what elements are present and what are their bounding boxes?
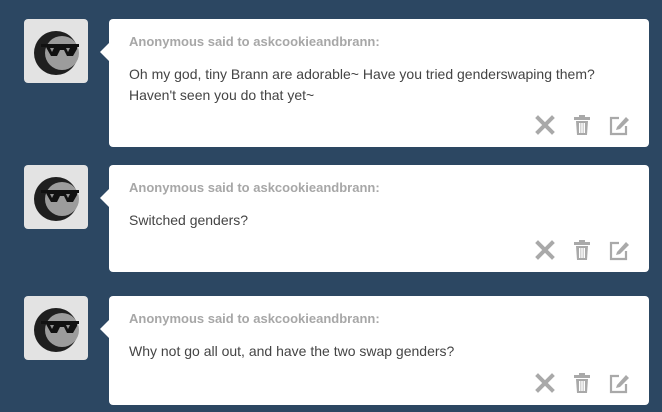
trash-button[interactable]: [571, 372, 593, 394]
anonymous-avatar-icon: [34, 177, 79, 221]
edit-icon: [609, 116, 629, 136]
edit-button[interactable]: [608, 239, 630, 261]
delete-button[interactable]: [534, 372, 556, 394]
anonymous-avatar[interactable]: [24, 296, 88, 360]
question-text: Why not go all out, and have the two swa…: [129, 343, 455, 359]
asker-label: Anonymous said to askcookieandbrann:: [129, 180, 380, 195]
edit-button[interactable]: [608, 372, 630, 394]
question-text: Switched genders?: [129, 212, 249, 228]
x-icon: [535, 240, 555, 260]
trash-button[interactable]: [571, 239, 593, 261]
question-text: Oh my god, tiny Brann are adorable~ Have…: [129, 66, 595, 103]
trash-button[interactable]: [571, 114, 593, 136]
message-card: Anonymous said to askcookieandbrann: Why…: [100, 296, 649, 405]
x-icon: [535, 373, 555, 393]
trash-icon: [574, 115, 590, 135]
asker-label: Anonymous said to askcookieandbrann:: [129, 34, 380, 49]
message-card: Anonymous said to askcookieandbrann: Swi…: [100, 165, 649, 272]
anonymous-avatar[interactable]: [24, 19, 88, 83]
edit-button[interactable]: [608, 114, 630, 136]
asker-label: Anonymous said to askcookieandbrann:: [129, 311, 380, 326]
message-actions: [534, 239, 630, 261]
trash-icon: [574, 240, 590, 260]
delete-button[interactable]: [534, 114, 556, 136]
edit-icon: [609, 241, 629, 261]
edit-icon: [609, 374, 629, 394]
trash-icon: [574, 373, 590, 393]
x-icon: [535, 115, 555, 135]
message-card: Anonymous said to askcookieandbrann: Oh …: [100, 19, 649, 147]
message-actions: [534, 114, 630, 136]
anonymous-avatar-icon: [34, 308, 79, 352]
delete-button[interactable]: [534, 239, 556, 261]
anonymous-avatar-icon: [34, 31, 79, 75]
message-actions: [534, 372, 630, 394]
anonymous-avatar[interactable]: [24, 165, 88, 229]
